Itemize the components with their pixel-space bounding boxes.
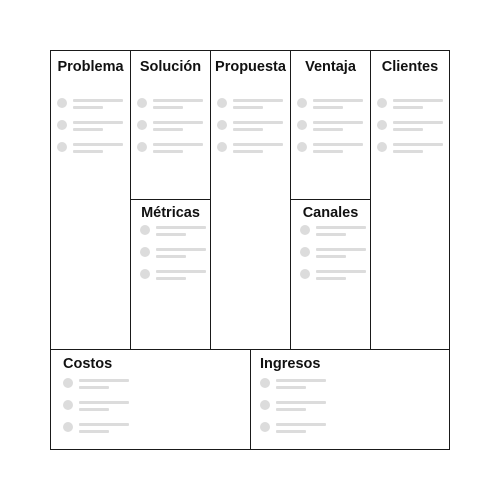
bullet-icon xyxy=(377,98,387,108)
placeholder-item xyxy=(377,120,443,142)
placeholder-item xyxy=(217,142,284,164)
placeholder-item xyxy=(63,400,244,422)
block-costos[interactable]: Costos xyxy=(50,349,251,450)
placeholder-item xyxy=(140,269,206,291)
placeholder-item xyxy=(300,247,366,269)
bullet-icon xyxy=(57,142,67,152)
block-title: Ventaja xyxy=(305,59,356,75)
block-propuesta[interactable]: Propuesta xyxy=(210,50,291,350)
block-metricas[interactable]: Métricas xyxy=(130,199,211,350)
bullet-icon xyxy=(300,247,310,257)
placeholder-item xyxy=(57,98,124,120)
bullet-icon xyxy=(297,98,307,108)
block-title: Costos xyxy=(63,356,113,372)
placeholder-list xyxy=(377,98,443,164)
block-ingresos[interactable]: Ingresos xyxy=(250,349,450,450)
block-title: Ingresos xyxy=(260,356,321,372)
placeholder-item xyxy=(297,142,364,164)
placeholder-item xyxy=(137,142,204,164)
bullet-icon xyxy=(260,378,270,388)
placeholder-item xyxy=(260,378,443,400)
bullet-icon xyxy=(140,247,150,257)
placeholder-item xyxy=(57,142,124,164)
block-solucion[interactable]: Solución xyxy=(130,50,211,200)
placeholder-item xyxy=(140,225,206,247)
placeholder-item xyxy=(140,247,206,269)
placeholder-item xyxy=(377,142,443,164)
bullet-icon xyxy=(63,400,73,410)
placeholder-item xyxy=(297,120,364,142)
placeholder-list xyxy=(140,225,206,291)
placeholder-item xyxy=(260,422,443,444)
bullet-icon xyxy=(57,120,67,130)
placeholder-item xyxy=(300,269,366,291)
placeholder-item xyxy=(63,422,244,444)
block-title: Métricas xyxy=(141,205,200,221)
placeholder-item xyxy=(63,378,244,400)
bullet-icon xyxy=(63,378,73,388)
block-clientes[interactable]: Clientes xyxy=(370,50,450,350)
block-title: Clientes xyxy=(381,59,439,75)
block-problema[interactable]: Problema xyxy=(50,50,131,350)
placeholder-list xyxy=(63,378,244,444)
block-title: Propuesta xyxy=(215,59,286,75)
placeholder-item xyxy=(260,400,443,422)
placeholder-item xyxy=(137,98,204,120)
block-ventaja[interactable]: Ventaja xyxy=(290,50,371,200)
placeholder-item xyxy=(57,120,124,142)
placeholder-item xyxy=(300,225,366,247)
bullet-icon xyxy=(140,225,150,235)
bullet-icon xyxy=(260,422,270,432)
bullet-icon xyxy=(297,120,307,130)
block-title: Solución xyxy=(139,59,202,75)
bullet-icon xyxy=(300,269,310,279)
bullet-icon xyxy=(217,120,227,130)
bullet-icon xyxy=(300,225,310,235)
placeholder-list xyxy=(260,378,443,444)
block-title: Problema xyxy=(57,59,124,75)
placeholder-item xyxy=(377,98,443,120)
bullet-icon xyxy=(377,120,387,130)
placeholder-list xyxy=(137,98,204,164)
bullet-icon xyxy=(63,422,73,432)
placeholder-list xyxy=(300,225,366,291)
bullet-icon xyxy=(137,98,147,108)
bullet-icon xyxy=(217,98,227,108)
placeholder-list xyxy=(297,98,364,164)
placeholder-item xyxy=(217,120,284,142)
placeholder-list xyxy=(217,98,284,164)
placeholder-item xyxy=(217,98,284,120)
placeholder-list xyxy=(57,98,124,164)
bullet-icon xyxy=(137,120,147,130)
placeholder-item xyxy=(297,98,364,120)
block-canales[interactable]: Canales xyxy=(290,199,371,350)
bullet-icon xyxy=(57,98,67,108)
lean-canvas: Problema Solución Métricas Propuesta Ven… xyxy=(0,0,500,500)
bullet-icon xyxy=(137,142,147,152)
block-title: Canales xyxy=(302,205,359,221)
bullet-icon xyxy=(260,400,270,410)
bullet-icon xyxy=(297,142,307,152)
bullet-icon xyxy=(140,269,150,279)
bullet-icon xyxy=(217,142,227,152)
placeholder-item xyxy=(137,120,204,142)
bullet-icon xyxy=(377,142,387,152)
